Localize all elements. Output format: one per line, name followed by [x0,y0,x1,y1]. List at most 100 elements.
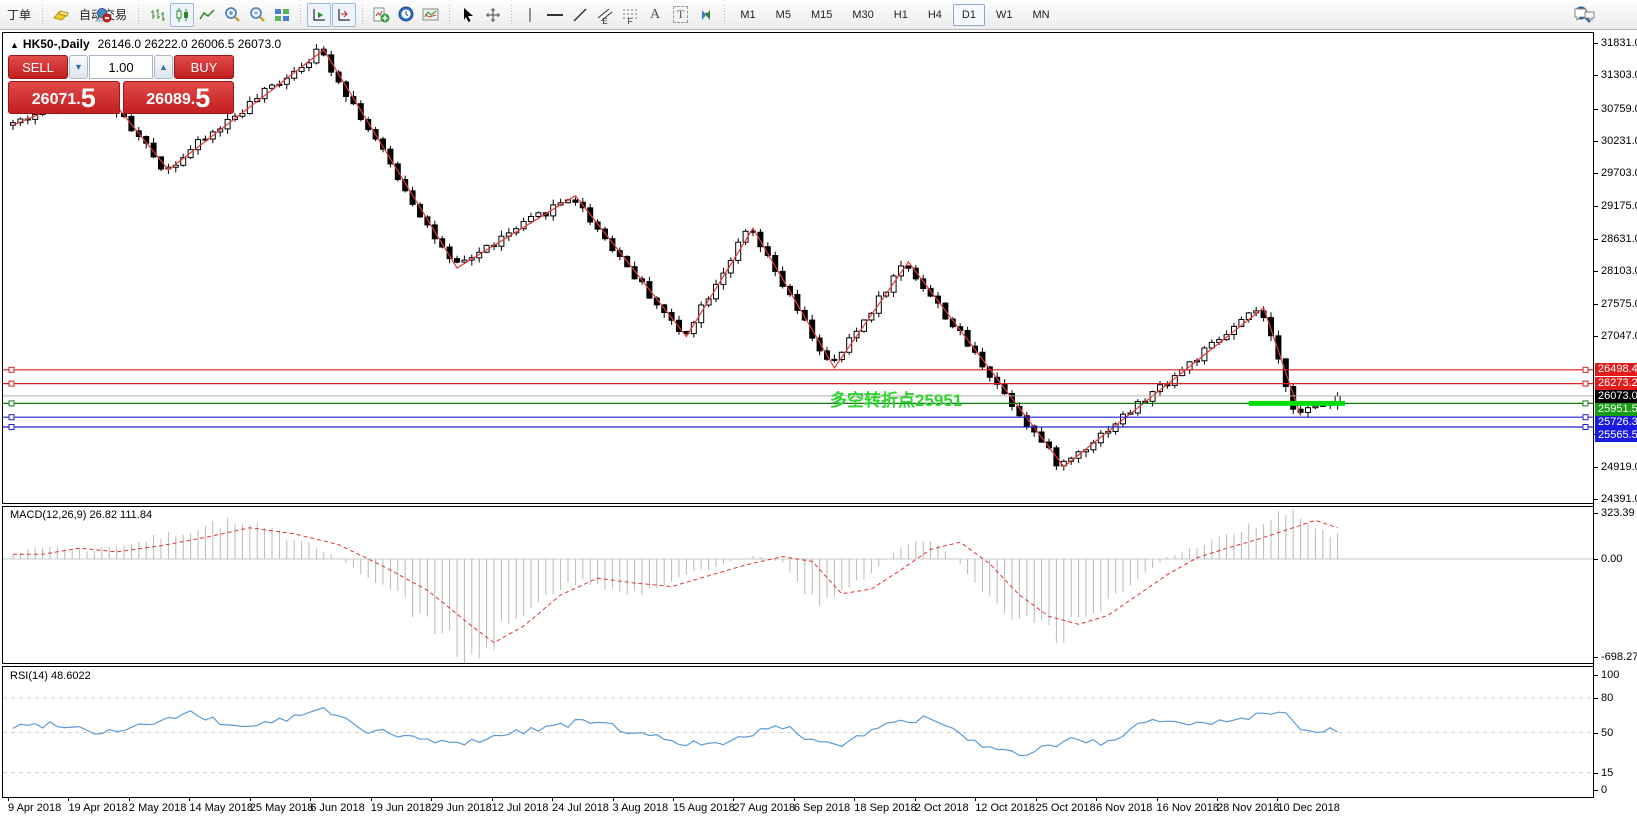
vertical-line-button[interactable] [518,3,542,27]
indicators-button[interactable]: ▾ [369,3,393,27]
axis-tick [1594,513,1598,514]
toolbar-grip[interactable] [447,5,452,25]
timeframe-W1[interactable]: W1 [987,4,1022,26]
horizontal-line-26273.2[interactable] [3,381,1593,386]
tile-windows-button[interactable] [270,3,294,27]
crosshair-icon [485,7,501,23]
bar-chart-icon [149,7,165,23]
horizontal-line-25726.3[interactable] [3,415,1593,420]
date-tick [1157,798,1158,801]
timeframe-group: M1M5M15M30H1H4D1W1MN [731,4,1058,26]
timeframe-M5[interactable]: M5 [767,4,800,26]
date-label-16-Nov-2018: 16 Nov 2018 [1157,802,1219,814]
buy-label: BUY [191,60,218,75]
axis-tick [1594,790,1598,791]
auto-scroll-button[interactable] [307,3,331,27]
timeframe-M1[interactable]: M1 [731,4,764,26]
volume-input[interactable]: 1.00 [89,55,153,79]
orders-label: 丁单 [7,6,31,23]
axis-tick [1594,75,1598,76]
crosshair-button[interactable] [481,3,505,27]
horizontal-line-icon [546,7,564,23]
zoom-out-icon [249,6,266,23]
equidistant-channel-button[interactable]: E [593,3,617,27]
macd-indicator-chart[interactable] [3,508,1593,663]
date-tick [371,798,372,801]
chat-icon[interactable] [1573,5,1597,25]
collapse-icon[interactable]: ▲ [10,40,19,50]
autotrade-button[interactable]: 自动交易 [74,3,132,27]
date-tick [1096,798,1097,801]
templates-icon [422,7,440,23]
volume-increase-button[interactable]: ▲ [154,55,173,79]
main-price-chart[interactable] [3,33,1593,503]
date-label-29-Jun-2018: 29 Jun 2018 [431,802,492,814]
text-button[interactable]: A [643,3,667,27]
price-tick-31303.0: 31303.0 [1601,69,1637,81]
macd-signal-line [13,520,1338,642]
macd-tick--698.27: -698.27 [1601,651,1637,663]
toolbar-grip[interactable] [40,5,45,25]
chart-text-annotation[interactable]: 多空转折点25951 [830,386,962,411]
horizontal-line-button[interactable] [543,3,567,27]
toolbar-grip[interactable] [136,5,141,25]
sell-button[interactable]: SELL [8,55,68,79]
price-tick-27047.0: 27047.0 [1601,330,1637,342]
line-chart-icon [199,7,215,23]
horizontal-line-26498.4[interactable] [3,367,1593,372]
price-tick-29703.0: 29703.0 [1601,167,1637,179]
price-line-badge-26498.4: 26498.4 [1595,363,1637,376]
rsi-tick-0: 0 [1601,784,1607,796]
date-label-25-Oct-2018: 25 Oct 2018 [1036,802,1096,814]
timeframe-MN[interactable]: MN [1023,4,1058,26]
symbol-period-label: HK50-,Daily [23,37,90,51]
text-label-button[interactable]: T [668,3,693,27]
new-order-button[interactable] [49,3,73,27]
highlight-trend-segment[interactable] [1249,401,1345,406]
main-macd-separator[interactable] [2,503,1594,507]
macd-rsi-separator[interactable] [2,663,1594,667]
horizontal-line-25565.5[interactable] [3,425,1593,430]
date-tick [673,798,674,801]
axis-tick [1594,173,1598,174]
cursor-button[interactable] [456,3,480,27]
toolbar-grip[interactable] [722,5,727,25]
arrows-button[interactable]: ▾ [694,3,718,27]
timeframe-M15[interactable]: M15 [802,4,841,26]
buy-button[interactable]: BUY [174,55,234,79]
templates-button[interactable]: ▾ [419,3,443,27]
orders-button[interactable]: 丁单 [2,3,36,27]
timeframe-H1[interactable]: H1 [885,4,917,26]
price-tick-28631.0: 28631.0 [1601,233,1637,245]
periods-button[interactable]: ▾ [394,3,418,27]
date-axis[interactable]: 9 Apr 201819 Apr 20182 May 201814 May 20… [2,798,1594,816]
fibonacci-icon [622,8,638,21]
volume-decrease-button[interactable]: ▼ [69,55,88,79]
price-axis[interactable]: 31831.031303.030759.030231.029703.029175… [1593,32,1635,798]
timeframe-M30[interactable]: M30 [843,4,882,26]
toolbar-grip[interactable] [509,5,514,25]
bar-chart-button[interactable] [145,3,169,27]
horizontal-line-25951.5[interactable] [3,401,1593,406]
label-tool-glyph: T [673,6,688,23]
axis-tick [1594,43,1598,44]
macd-tick-0.00: 0.00 [1601,553,1622,565]
line-chart-button[interactable] [195,3,219,27]
date-label-28-Nov-2018: 28 Nov 2018 [1217,802,1279,814]
zoom-in-button[interactable] [220,3,244,27]
trendline-button[interactable] [568,3,592,27]
buy-price-display[interactable]: 26089.5 [123,81,235,114]
timeframe-H4[interactable]: H4 [919,4,951,26]
timeframe-D1[interactable]: D1 [953,4,985,26]
rsi-indicator-chart[interactable] [3,668,1593,797]
candlestick-chart-button[interactable] [170,3,194,27]
chart-shift-button[interactable] [332,3,356,27]
sell-price-display[interactable]: 26071.5 [8,81,120,114]
fibonacci-button[interactable]: F [618,3,642,27]
axis-tick [1594,141,1598,142]
zoom-out-button[interactable] [245,3,269,27]
toolbar-grip[interactable] [360,5,365,25]
price-tick-30759.0: 30759.0 [1601,103,1637,115]
toolbar-grip[interactable] [298,5,303,25]
rsi-tick-15: 15 [1601,767,1613,779]
